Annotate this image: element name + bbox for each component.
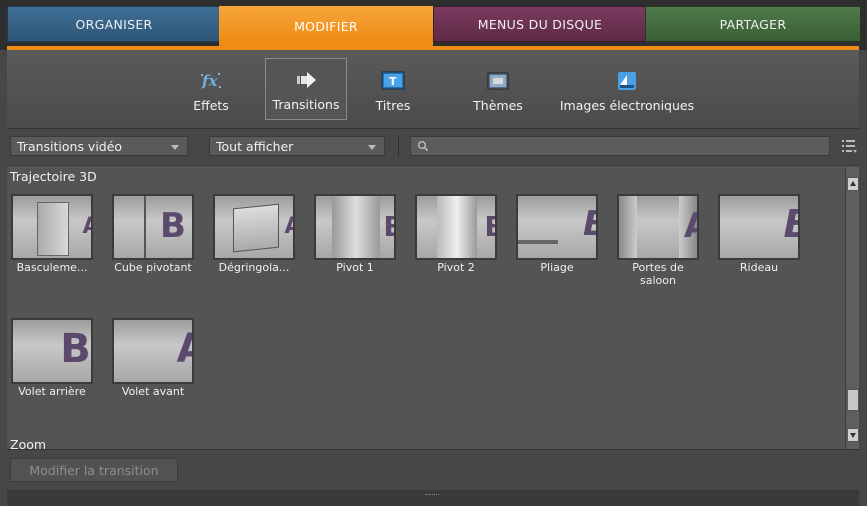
svg-text:fx: fx xyxy=(201,72,218,90)
transitions-button[interactable]: Transitions xyxy=(265,58,347,120)
show-dropdown[interactable]: Tout afficher xyxy=(209,136,385,156)
thumbnail-glyph: B xyxy=(557,204,596,244)
search-icon xyxy=(418,141,429,152)
titres-label: Titres xyxy=(375,98,411,113)
transition-thumbnail: A xyxy=(112,318,194,384)
chevron-down-icon xyxy=(368,145,376,150)
transition-item[interactable]: B Rideau xyxy=(716,194,802,274)
scroll-down-button[interactable] xyxy=(847,428,859,442)
thumbnail-glyph: B xyxy=(759,202,798,246)
thumbnail-glyph: B xyxy=(355,210,394,243)
modifier-transition-button[interactable]: Modifier la transition xyxy=(10,458,178,482)
thumbnail-glyph: B xyxy=(456,210,495,243)
arrow-up-icon xyxy=(850,181,856,186)
transition-item[interactable]: BA Volet arrière xyxy=(9,318,95,398)
filter-bar: Transitions vidéo Tout afficher xyxy=(0,129,867,163)
show-dropdown-value: Tout afficher xyxy=(216,139,294,154)
transition-thumbnail: B xyxy=(415,194,497,260)
transition-caption: Volet arrière xyxy=(18,385,86,398)
resize-footer[interactable] xyxy=(7,490,859,506)
themes-button[interactable]: Thèmes xyxy=(463,58,533,120)
tab-organiser[interactable]: ORGANISER xyxy=(7,6,221,42)
titres-button[interactable]: T Titres xyxy=(363,58,423,120)
transition-item[interactable]: A Portes de saloon xyxy=(615,194,701,287)
thumbnail-glyph: A xyxy=(658,206,697,246)
svg-text:T: T xyxy=(389,75,397,88)
tab-partager[interactable]: PARTAGER xyxy=(645,6,861,42)
transition-item[interactable]: A Basculeme... xyxy=(9,194,95,274)
transition-thumbnail: BA xyxy=(11,318,93,384)
transition-arrow-icon xyxy=(297,72,316,88)
titles-icon: T xyxy=(381,71,405,90)
category-dropdown[interactable]: Transitions vidéo xyxy=(10,136,188,156)
transition-item[interactable]: A Volet avant xyxy=(110,318,196,398)
transition-thumbnail: A xyxy=(213,194,295,260)
transition-item[interactable]: B Pivot 1 xyxy=(312,194,398,274)
divider xyxy=(398,135,399,157)
tab-modifier[interactable]: MODIFIER xyxy=(219,6,433,46)
themes-label: Thèmes xyxy=(473,98,523,113)
transition-caption: Volet avant xyxy=(121,385,185,398)
bottom-bar: Modifier la transition xyxy=(7,449,859,490)
transition-caption: Pivot 2 xyxy=(437,261,475,274)
transition-caption: Rideau xyxy=(739,261,779,274)
fx-icon: fx xyxy=(201,72,221,90)
transition-caption: Pivot 1 xyxy=(336,261,374,274)
transitions-panel: Trajectoire 3D A Basculeme... B A Cube p… xyxy=(7,165,859,449)
arrow-down-icon xyxy=(850,433,856,438)
transition-thumbnail: B xyxy=(718,194,800,260)
scroll-up-button[interactable] xyxy=(847,177,859,191)
thumbnail-glyph: B A xyxy=(159,206,192,246)
search-input[interactable] xyxy=(410,136,830,156)
transition-item[interactable]: B Pivot 2 xyxy=(413,194,499,274)
tab-menus-du-disque[interactable]: MENUS DU DISQUE xyxy=(433,6,647,42)
transition-caption: Basculeme... xyxy=(16,261,88,274)
transitions-label: Transitions xyxy=(272,97,340,112)
resize-grip[interactable] xyxy=(425,494,439,497)
effets-button[interactable]: fx Effets xyxy=(181,58,241,120)
transition-caption: Dégringola... xyxy=(218,261,290,274)
transition-thumbnail: B xyxy=(314,194,396,260)
transition-thumbnail: B A xyxy=(112,194,194,260)
section-title-trajectoire-3d: Trajectoire 3D xyxy=(10,169,97,184)
transition-thumbnail: A xyxy=(11,194,93,260)
thumbnail-glyph: BA xyxy=(60,326,91,372)
clip-art-icon xyxy=(618,72,636,90)
transition-caption: Pliage xyxy=(540,261,574,274)
effets-label: Effets xyxy=(193,98,229,113)
thumbnail-glyph: A xyxy=(254,214,293,239)
app-window: ORGANISER MODIFIER MENUS DU DISQUE PARTA… xyxy=(0,0,867,506)
transition-item[interactable]: A Dégringola... xyxy=(211,194,297,274)
transition-caption: Cube pivotant xyxy=(114,261,192,274)
transition-thumbnail: A xyxy=(617,194,699,260)
transition-thumbnail: B xyxy=(516,194,598,260)
section-title-zoom: Zoom xyxy=(10,437,47,449)
scroll-thumb[interactable] xyxy=(847,389,859,411)
thumbnail-glyph: A xyxy=(153,326,192,372)
images-electroniques-button[interactable]: Images électroniques xyxy=(547,58,707,120)
category-dropdown-value: Transitions vidéo xyxy=(17,139,123,154)
transition-item[interactable]: B Pliage xyxy=(514,194,600,274)
transition-caption: Portes de saloon xyxy=(632,261,684,287)
images-electroniques-label: Images électroniques xyxy=(559,98,695,113)
modifier-toolbar: fx Effets Transitions T Titres Thèmes Im… xyxy=(7,50,859,129)
list-view-icon[interactable] xyxy=(840,137,858,155)
chevron-down-icon xyxy=(171,145,179,150)
transition-item[interactable]: B A Cube pivotant xyxy=(110,194,196,274)
main-tabs: ORGANISER MODIFIER MENUS DU DISQUE PARTA… xyxy=(0,0,867,50)
themes-icon xyxy=(487,72,509,90)
vertical-scrollbar[interactable] xyxy=(845,167,859,449)
thumbnail-glyph: A xyxy=(52,214,91,239)
